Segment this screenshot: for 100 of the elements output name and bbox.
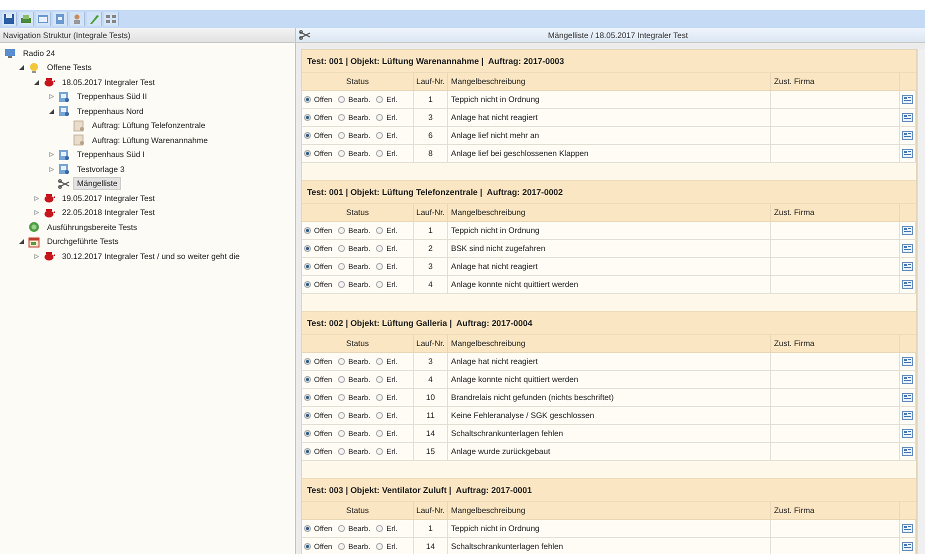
lightbulb-icon: [28, 62, 40, 74]
tree-item[interactable]: Treppenhaus Nord: [73, 104, 148, 118]
expand-arrow-icon[interactable]: [49, 152, 54, 158]
tree-item[interactable]: Radio 24: [19, 46, 60, 60]
document-icon: [73, 134, 85, 146]
table-cell: Teppich nicht in Ordnung: [448, 91, 771, 109]
form-icon[interactable]: [902, 411, 913, 420]
toolbar-button[interactable]: [104, 12, 119, 26]
section-title: Test: 001 | Objekt: Lüftung Warenannahme | Auftrag: 2017-0003: [302, 50, 916, 73]
column-header: Status: [302, 502, 414, 520]
expand-arrow-icon[interactable]: [34, 210, 39, 216]
tree-item[interactable]: Offene Tests: [43, 61, 96, 74]
calendar-icon: [28, 236, 40, 248]
document-icon: [58, 90, 70, 103]
section-title: Test: 001 | Objekt: Lüftung Telefonzentrale | Auftrag: 2017-0002: [302, 181, 916, 204]
column-header: Mangelbeschreibung: [448, 502, 771, 520]
table-cell: Anlage hat nicht reagiert: [448, 258, 771, 276]
table-cell: 11: [414, 407, 448, 425]
tree-item[interactable]: Auftrag: Lüftung Warenannahme: [88, 134, 212, 147]
column-header: Zust. Firma: [771, 335, 900, 353]
form-icon[interactable]: [902, 524, 913, 533]
toolbar-button[interactable]: [2, 12, 17, 26]
column-header: Mangelbeschreibung: [448, 204, 771, 222]
panel-title: Navigation Struktur (Integrale Tests): [0, 28, 295, 43]
table-cell: Anlage wurde zurückgebaut: [448, 443, 771, 461]
form-icon[interactable]: [902, 131, 913, 140]
column-header: Lauf-Nr.: [414, 335, 448, 353]
tree-item[interactable]: 30.12.2017 Integraler Test / und so weiter geht die: [58, 250, 244, 263]
form-icon[interactable]: [902, 280, 913, 289]
column-header: Mangelbeschreibung: [448, 335, 771, 353]
tree-item[interactable]: Treppenhaus Süd II: [73, 90, 151, 104]
column-header: Mangelbeschreibung: [448, 73, 771, 91]
form-icon[interactable]: [902, 149, 913, 158]
toolbar-button[interactable]: [36, 12, 51, 26]
column-header: Zust. Firma: [771, 204, 900, 222]
column-header: Lauf-Nr.: [414, 73, 448, 91]
form-icon[interactable]: [902, 375, 913, 384]
table-cell: 14: [414, 425, 448, 443]
form-icon[interactable]: [902, 393, 913, 402]
table-cell: Schaltschrankunterlagen fehlen: [448, 538, 771, 554]
table-cell: Schaltschrankunterlagen fehlen: [448, 425, 771, 443]
table-cell: 4: [414, 371, 448, 389]
table-cell: 3: [414, 109, 448, 127]
form-icon[interactable]: [902, 357, 913, 366]
column-header: Zust. Firma: [771, 73, 900, 91]
table-cell: Keine Fehleranalyse / SGK geschlossen: [448, 407, 771, 425]
toolbar-button[interactable]: [87, 12, 102, 26]
scrollbar[interactable]: [917, 49, 925, 554]
expand-arrow-icon[interactable]: [34, 196, 39, 201]
column-header: Status: [302, 73, 414, 91]
column-header: Lauf-Nr.: [414, 204, 448, 222]
tree-item[interactable]: Testvorlage 3: [73, 162, 129, 176]
tree-item[interactable]: 19.05.2017 Integraler Test: [58, 192, 159, 205]
form-icon[interactable]: [902, 429, 913, 438]
expand-arrow-icon[interactable]: [49, 166, 54, 172]
toolbar-button[interactable]: [70, 12, 85, 26]
collapse-arrow-icon[interactable]: [19, 239, 24, 244]
table-cell: Anlage konnte nicht quittiert werden: [448, 371, 771, 389]
table-cell: 8: [414, 145, 448, 163]
table-cell: BSK sind nicht zugefahren: [448, 240, 771, 258]
collapse-arrow-icon[interactable]: [19, 65, 24, 70]
form-icon: [54, 13, 66, 25]
form-icon[interactable]: [902, 542, 913, 551]
tree-item[interactable]: 18.05.2017 Integraler Test: [58, 76, 159, 89]
form-icon[interactable]: [902, 95, 913, 104]
tree-item[interactable]: Auftrag: Lüftung Telefonzentrale: [88, 119, 210, 132]
tree-item[interactable]: 22.05.2018 Integraler Test: [58, 206, 159, 220]
table-cell: 1: [414, 91, 448, 109]
table-cell: Brandrelais nicht gefunden (nichts beschriftet): [448, 389, 771, 407]
expand-arrow-icon[interactable]: [34, 254, 39, 259]
table-cell: 1: [414, 520, 448, 538]
scissors-icon: [58, 178, 70, 190]
form-icon[interactable]: [902, 113, 913, 122]
form-icon[interactable]: [902, 262, 913, 271]
tree-item[interactable]: Durchgeführte Tests: [43, 235, 122, 248]
table-cell: Teppich nicht in Ordnung: [448, 520, 771, 538]
form-icon[interactable]: [902, 226, 913, 235]
tree-item[interactable]: Treppenhaus Süd I: [73, 148, 149, 162]
scissors-icon: [299, 29, 311, 41]
expand-arrow-icon[interactable]: [49, 94, 54, 100]
tree-item[interactable]: Mängelliste: [73, 177, 122, 190]
collapse-arrow-icon[interactable]: [49, 108, 54, 114]
document-icon: [58, 163, 70, 176]
toolbar-button[interactable]: [19, 12, 34, 26]
table-cell: 2: [414, 240, 448, 258]
table-cell: 10: [414, 389, 448, 407]
table-cell: Anlage lief nicht mehr an: [448, 127, 771, 145]
document-icon: [58, 148, 70, 161]
form-icon[interactable]: [902, 447, 913, 456]
collapse-arrow-icon[interactable]: [34, 80, 39, 85]
panel-title: Mängelliste / 18.05.2017 Integraler Test: [547, 30, 689, 40]
form-icon[interactable]: [902, 244, 913, 253]
table-cell: 6: [414, 127, 448, 145]
toolbar-button[interactable]: [53, 12, 68, 26]
table-cell: Anlage lief bei geschlossenen Klappen: [448, 145, 771, 163]
table-cell: 1: [414, 222, 448, 240]
column-header: Lauf-Nr.: [414, 502, 448, 520]
table-cell: 4: [414, 276, 448, 294]
tree-item[interactable]: Ausführungsbereite Tests: [43, 220, 142, 234]
table-cell: 3: [414, 258, 448, 276]
